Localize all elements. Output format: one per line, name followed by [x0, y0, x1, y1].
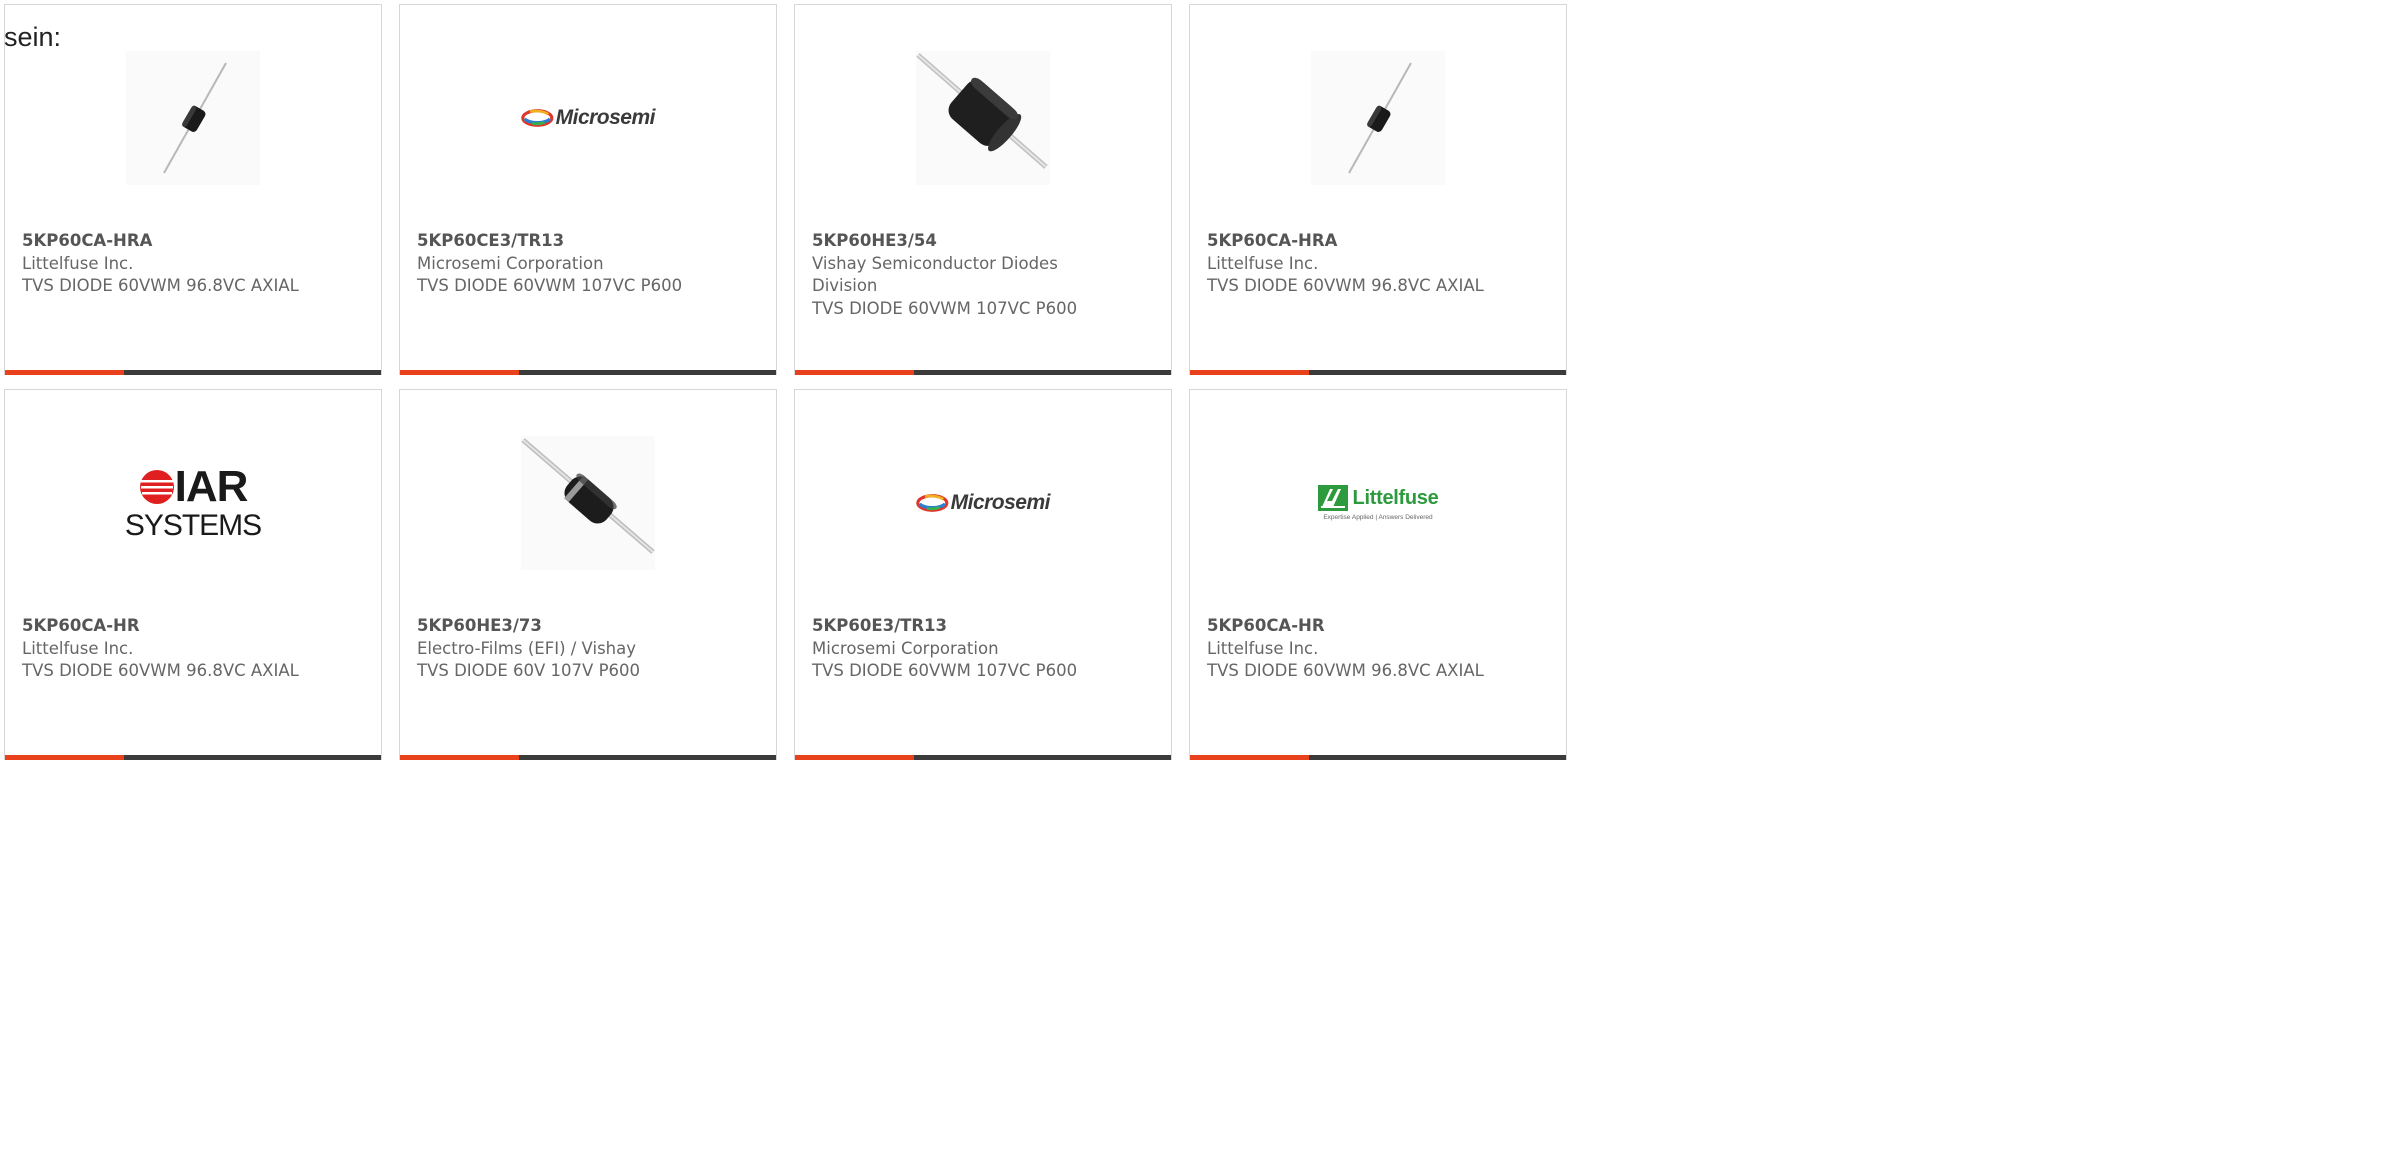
card-bottom-bar	[795, 370, 1171, 375]
card-accent-bar	[400, 370, 519, 375]
card-accent-bar	[5, 755, 124, 760]
card-bottom-bar	[795, 755, 1171, 760]
microsemi-logo-text: Microsemi	[555, 106, 656, 129]
card-accent-bar	[1190, 755, 1309, 760]
description: TVS DIODE 60VWM 107VC P600	[812, 661, 1078, 680]
part-number-link[interactable]: 5KP60CA-HR	[22, 615, 362, 638]
lead-text: sein:	[4, 22, 62, 52]
manufacturer: Littelfuse Inc.	[22, 638, 134, 658]
manufacturer: Littelfuse Inc.	[1207, 638, 1319, 658]
card-accent-bar	[400, 755, 519, 760]
description: TVS DIODE 60VWM 96.8VC AXIAL	[1207, 276, 1484, 295]
part-number-link[interactable]: 5KP60CA-HRA	[22, 230, 362, 253]
manufacturer: Microsemi Corporation	[417, 253, 604, 273]
manufacturer: Littelfuse Inc.	[1207, 253, 1319, 273]
part-number-link[interactable]: 5KP60CE3/TR13	[417, 230, 757, 253]
small-axial-diode-image[interactable]	[126, 51, 260, 185]
card-bottom-bar	[5, 370, 381, 375]
product-grid: 5KP60CA-HRA Littelfuse Inc. TVS DIODE 60…	[4, 4, 1568, 760]
manufacturer: Littelfuse Inc.	[22, 253, 134, 273]
description: TVS DIODE 60V 107V P600	[417, 661, 641, 680]
card-accent-bar	[795, 755, 914, 760]
large-axial-diode-image[interactable]	[916, 51, 1050, 185]
card-bottom-bar	[400, 755, 776, 760]
banded-axial-diode-image[interactable]	[521, 436, 655, 570]
iar-globe-icon	[139, 470, 174, 504]
part-number-link[interactable]: 5KP60CA-HRA	[1207, 230, 1547, 253]
description: TVS DIODE 60VWM 107VC P600	[417, 276, 683, 295]
card-bottom-bar	[1190, 755, 1566, 760]
card-bottom-bar	[5, 755, 381, 760]
product-card[interactable]: IAR SYSTEMS 5KP60CA-HR Littelfuse Inc. T…	[4, 389, 382, 760]
card-accent-bar	[5, 370, 124, 375]
description: TVS DIODE 60VWM 96.8VC AXIAL	[22, 276, 299, 295]
littelfuse-logo-text: Littelfuse	[1352, 486, 1439, 509]
product-card[interactable]: Microsemi 5KP60CE3/TR13 Microsemi Corpor…	[399, 4, 777, 375]
card-bottom-bar	[400, 370, 776, 375]
part-number-link[interactable]: 5KP60HE3/73	[417, 615, 757, 638]
microsemi-logo[interactable]: Microsemi	[916, 436, 1051, 570]
card-bottom-bar	[1190, 370, 1566, 375]
manufacturer: Electro-Films (EFI) / Vishay	[417, 638, 636, 658]
littelfuse-logo[interactable]: Littelfuse Expertise Applied | Answers D…	[1303, 436, 1453, 570]
iar-systems-logo[interactable]: IAR SYSTEMS	[124, 436, 262, 570]
manufacturer: Vishay Semiconductor Diodes Division	[812, 253, 1058, 296]
description: TVS DIODE 60VWM 96.8VC AXIAL	[1207, 661, 1484, 680]
description: TVS DIODE 60VWM 107VC P600	[812, 298, 1078, 318]
microsemi-logo-text: Microsemi	[950, 491, 1051, 514]
part-number-link[interactable]: 5KP60E3/TR13	[812, 615, 1152, 638]
small-axial-diode-image[interactable]	[1311, 51, 1445, 185]
littelfuse-tagline: Expertise Applied | Answers Delivered	[1323, 514, 1433, 521]
microsemi-logo[interactable]: Microsemi	[521, 51, 656, 185]
product-card[interactable]: 5KP60HE3/54 Vishay Semiconductor Diodes …	[794, 4, 1172, 375]
card-accent-bar	[795, 370, 914, 375]
description: TVS DIODE 60VWM 96.8VC AXIAL	[22, 661, 299, 680]
product-card[interactable]: 5KP60HE3/73 Electro-Films (EFI) / Vishay…	[399, 389, 777, 760]
part-number-link[interactable]: 5KP60HE3/54	[812, 230, 1152, 253]
part-number-link[interactable]: 5KP60CA-HR	[1207, 615, 1547, 638]
iar-logo-text: IAR	[174, 462, 249, 511]
card-accent-bar	[1190, 370, 1309, 375]
product-card[interactable]: 5KP60CA-HRA Littelfuse Inc. TVS DIODE 60…	[1189, 4, 1567, 375]
manufacturer: Microsemi Corporation	[812, 638, 999, 658]
product-card[interactable]: Littelfuse Expertise Applied | Answers D…	[1189, 389, 1567, 760]
iar-logo-subtext: SYSTEMS	[124, 509, 262, 542]
littelfuse-mark-icon	[1317, 485, 1348, 511]
product-card[interactable]: Microsemi 5KP60E3/TR13 Microsemi Corpora…	[794, 389, 1172, 760]
product-card[interactable]: 5KP60CA-HRA Littelfuse Inc. TVS DIODE 60…	[4, 4, 382, 375]
